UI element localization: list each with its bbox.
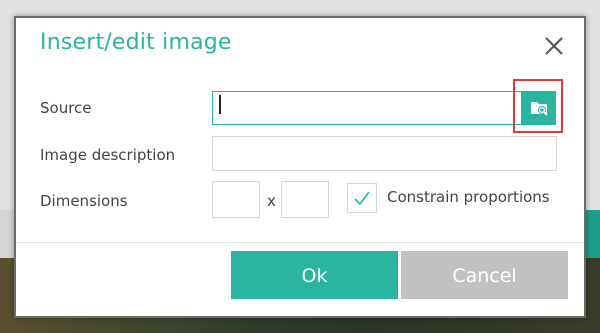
dialog-title: Insert/edit image: [40, 30, 232, 55]
dimension-separator: x: [267, 192, 276, 210]
browse-button[interactable]: [522, 91, 556, 125]
cancel-button[interactable]: Cancel: [401, 251, 568, 299]
close-button[interactable]: [542, 34, 566, 58]
width-input[interactable]: [212, 181, 260, 218]
constrain-label: Constrain proportions: [387, 188, 550, 206]
description-input[interactable]: [212, 136, 557, 171]
folder-search-icon: [531, 102, 548, 116]
ok-button[interactable]: Ok: [231, 251, 398, 299]
source-label: Source: [40, 99, 92, 117]
checkmark-icon: [354, 191, 370, 206]
insert-image-dialog: Insert/edit image Source Image descripti…: [14, 16, 586, 318]
dimensions-label: Dimensions: [40, 192, 128, 210]
constrain-checkbox[interactable]: [347, 183, 377, 213]
text-caret: [219, 95, 221, 114]
description-label: Image description: [40, 146, 176, 164]
source-input[interactable]: [212, 91, 522, 125]
footer-divider: [16, 242, 584, 243]
height-input[interactable]: [281, 181, 329, 218]
close-icon: [545, 37, 563, 55]
